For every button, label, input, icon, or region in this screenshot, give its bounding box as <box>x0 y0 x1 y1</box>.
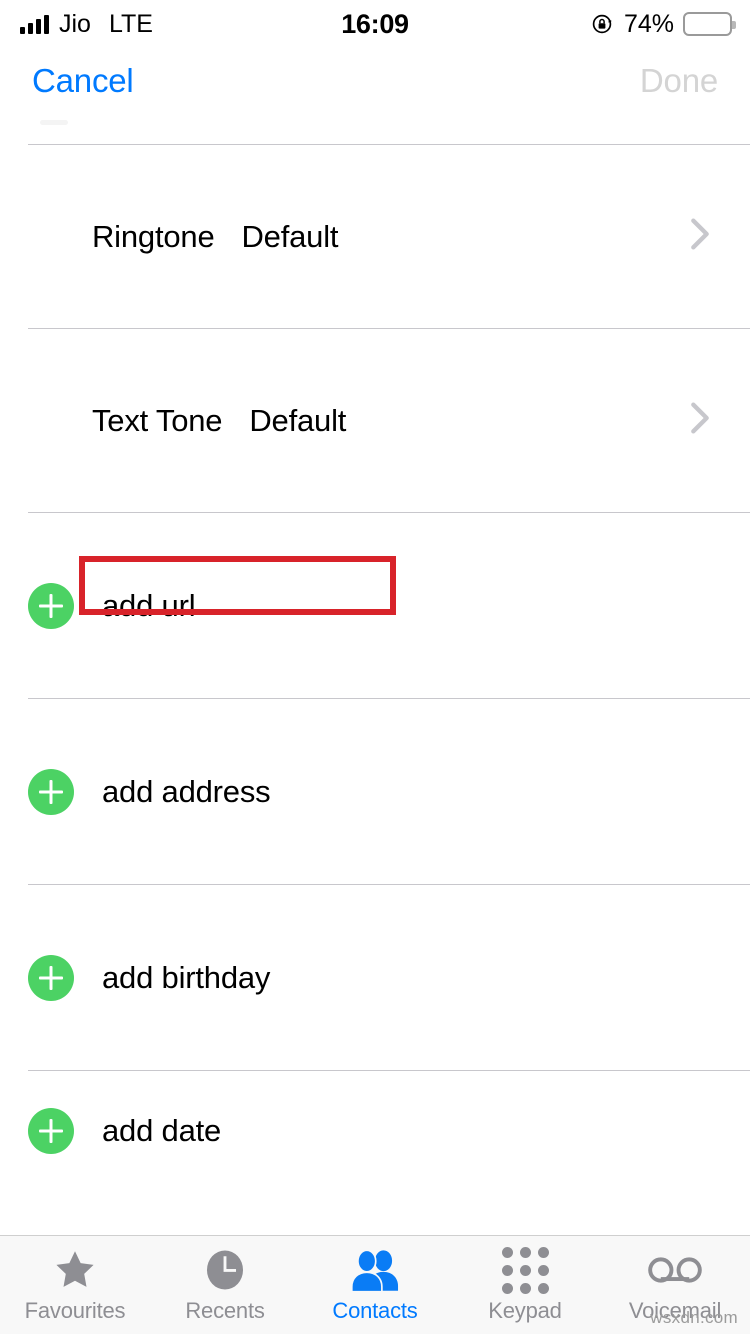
tab-favourites[interactable]: Favourites <box>0 1236 150 1334</box>
add-address-label: add address <box>102 773 271 809</box>
tab-favourites-label: Favourites <box>24 1298 126 1323</box>
battery-percent-label: 74% <box>623 9 674 38</box>
cancel-button[interactable]: Cancel <box>32 62 134 100</box>
done-button[interactable]: Done <box>640 62 718 100</box>
plus-icon[interactable] <box>28 1108 74 1154</box>
ringtone-value: Default <box>241 218 339 254</box>
text-tone-value: Default <box>249 402 347 438</box>
tab-keypad[interactable]: Keypad <box>450 1236 600 1334</box>
add-url-label: add url <box>102 587 196 623</box>
contacts-icon <box>349 1246 401 1294</box>
add-birthday-label: add birthday <box>102 959 271 995</box>
add-url-row[interactable]: add url <box>0 513 750 698</box>
navigation-bar: Cancel Done <box>0 48 750 114</box>
ringtone-label: Ringtone <box>92 218 215 254</box>
add-date-row[interactable]: add date <box>0 1071 750 1191</box>
status-bar: Jio LTE 16:09 74% <box>0 0 750 48</box>
add-birthday-row[interactable]: add birthday <box>0 885 750 1070</box>
ringtone-row-content: Ringtone Default <box>0 219 690 255</box>
tab-keypad-label: Keypad <box>488 1298 562 1323</box>
ringtone-row[interactable]: Ringtone Default <box>0 145 750 328</box>
watermark-label: wsxdn.com <box>650 1308 738 1327</box>
plus-icon[interactable] <box>28 582 74 629</box>
add-address-row[interactable]: add address <box>0 699 750 884</box>
chevron-right-icon <box>690 217 722 256</box>
contact-edit-form[interactable]: Ringtone Default Text Tone Default add u… <box>0 114 750 1235</box>
status-bar-right: 74% <box>591 0 736 48</box>
voicemail-icon <box>647 1246 703 1294</box>
text-tone-row-content: Text Tone Default <box>0 403 690 439</box>
battery-icon <box>683 12 736 36</box>
rotation-lock-icon <box>591 12 615 36</box>
add-date-label: add date <box>102 1113 222 1148</box>
tab-contacts[interactable]: Contacts <box>300 1236 450 1334</box>
tab-bar: Favourites Recents Contacts Keypad Voice… <box>0 1235 750 1334</box>
scrolled-partial-row <box>0 114 750 144</box>
keypad-icon <box>501 1246 549 1294</box>
tab-contacts-label: Contacts <box>332 1298 418 1323</box>
chevron-right-icon <box>690 401 722 440</box>
plus-icon[interactable] <box>28 768 74 815</box>
clock-icon <box>202 1246 248 1294</box>
iphone-screen: Jio LTE 16:09 74% Cancel Done Ringtone D… <box>0 0 750 1334</box>
text-tone-label: Text Tone <box>92 402 223 438</box>
tab-recents[interactable]: Recents <box>150 1236 300 1334</box>
text-tone-row[interactable]: Text Tone Default <box>0 329 750 512</box>
tab-recents-label: Recents <box>185 1298 265 1323</box>
star-icon <box>51 1246 99 1294</box>
plus-icon[interactable] <box>28 954 74 1001</box>
